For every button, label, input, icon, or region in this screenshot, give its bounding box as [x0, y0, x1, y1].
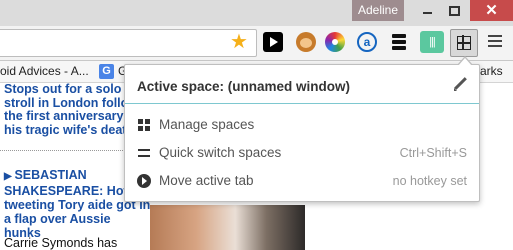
news-line: a flap over Aussie	[4, 212, 111, 226]
bookmark-star-icon[interactable]: ★	[230, 30, 248, 54]
menu-icon[interactable]	[488, 34, 502, 48]
layers-icon[interactable]	[389, 32, 409, 52]
swap-icon	[137, 146, 151, 160]
menu-item-label: Quick switch spaces	[159, 145, 282, 160]
news-photo[interactable]	[150, 205, 305, 250]
move-active-tab-item[interactable]: Move active tab no hotkey set	[125, 167, 479, 194]
active-space-title: Active space: (unnamed window)	[137, 79, 351, 94]
shortcut-label: no hotkey set	[392, 174, 467, 188]
monkey-icon[interactable]	[296, 32, 316, 52]
arrow-icon: ▶	[4, 171, 15, 182]
close-window-button[interactable]: ✕	[470, 0, 513, 21]
shortcut-label: Ctrl+Shift+S	[399, 146, 467, 160]
manage-spaces-item[interactable]: Manage spaces	[125, 111, 479, 138]
menu-item-label: Manage spaces	[159, 117, 255, 132]
close-icon: ✕	[485, 2, 498, 19]
spaces-icon-divider	[462, 35, 464, 49]
popup-header: Active space: (unnamed window)	[125, 65, 479, 104]
color-wheel-icon[interactable]	[325, 32, 345, 52]
spaces-icon[interactable]	[450, 29, 478, 57]
profile-button[interactable]: Adeline	[352, 0, 404, 21]
arrow-circle-icon	[137, 174, 151, 188]
other-bookmarks[interactable]: arks	[480, 64, 503, 78]
title-bar: Adeline ✕	[0, 0, 513, 26]
menu-item-label: Move active tab	[159, 173, 254, 188]
a-icon[interactable]: a	[357, 32, 377, 52]
grid-icon	[137, 118, 151, 132]
quick-switch-item[interactable]: Quick switch spaces Ctrl+Shift+S	[125, 139, 479, 166]
news-line: SEBASTIAN	[14, 168, 87, 182]
maximize-button[interactable]	[438, 0, 468, 21]
pencil-icon[interactable]	[452, 76, 468, 92]
play-icon[interactable]	[263, 32, 283, 52]
spaces-popup: Active space: (unnamed window) Manage sp…	[124, 56, 480, 202]
address-bar[interactable]	[0, 29, 257, 57]
google-icon[interactable]: G	[99, 64, 114, 79]
waveform-icon[interactable]: |||	[420, 31, 444, 53]
bookmark-item[interactable]: oid Advices - A...	[0, 64, 89, 78]
news-summary: Carrie Symonds has	[4, 236, 118, 250]
